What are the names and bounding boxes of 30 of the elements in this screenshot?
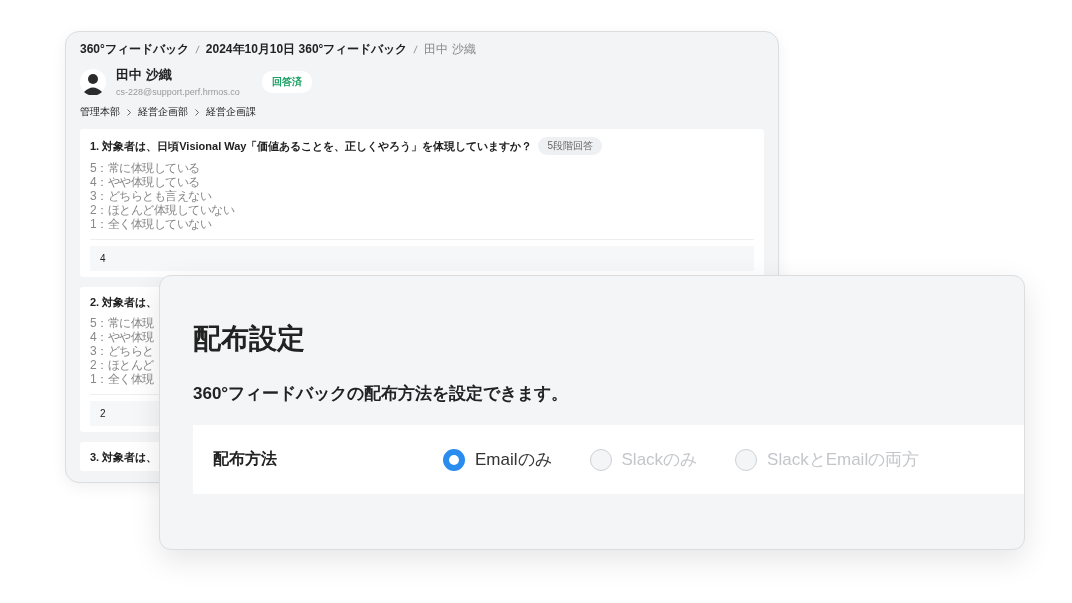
scale-option: 2：ほとんど体現していない	[90, 203, 754, 217]
answer-type-tag: 5段階回答	[538, 137, 603, 155]
scale-option: 1：全く体現していない	[90, 217, 754, 231]
department-name: 管理本部	[80, 105, 120, 119]
question-title: 1. 対象者は、日頃Visional Way「価値あることを、正しくやろう」を体現していますか？	[90, 138, 533, 154]
scale-option: 3：どちらとも言えない	[90, 189, 754, 203]
panel-description: 360°フィードバックの配布方法を設定できます。	[193, 383, 570, 405]
breadcrumb-link[interactable]: 360°フィードバック	[80, 40, 189, 58]
person-name: 田中 沙織	[116, 66, 173, 84]
radio-option: SlackとEmailの両方	[735, 448, 920, 471]
slash-separator-icon	[194, 44, 200, 54]
answer-field: 4	[90, 246, 754, 271]
question-title: 2. 対象者は、	[90, 295, 158, 310]
department-name: 経営企画課	[206, 105, 256, 119]
radio-option[interactable]: Emailのみ	[443, 448, 552, 471]
breadcrumb-link[interactable]: 2024年10月10日 360°フィードバック	[205, 40, 408, 58]
scale-option: 5：常に体現している	[90, 161, 754, 175]
radio-option: Slackのみ	[589, 448, 698, 471]
slash-separator-icon	[413, 44, 419, 54]
field-label: 配布方法	[213, 449, 278, 469]
status-badge: 回答済	[261, 70, 312, 93]
avatar-icon	[80, 68, 106, 95]
chevron-right-icon	[194, 107, 200, 117]
scale-option: 4：やや体現している	[90, 175, 754, 189]
scale-option: 2：ほとんど	[90, 358, 754, 372]
department-name: 経営企画部	[138, 105, 188, 119]
chevron-right-icon	[126, 107, 132, 117]
person-email: cs-228@support.perf.hrmos.co	[116, 87, 240, 97]
question-title: 3. 対象者は、	[90, 450, 158, 465]
radio-button-icon[interactable]	[443, 448, 465, 471]
